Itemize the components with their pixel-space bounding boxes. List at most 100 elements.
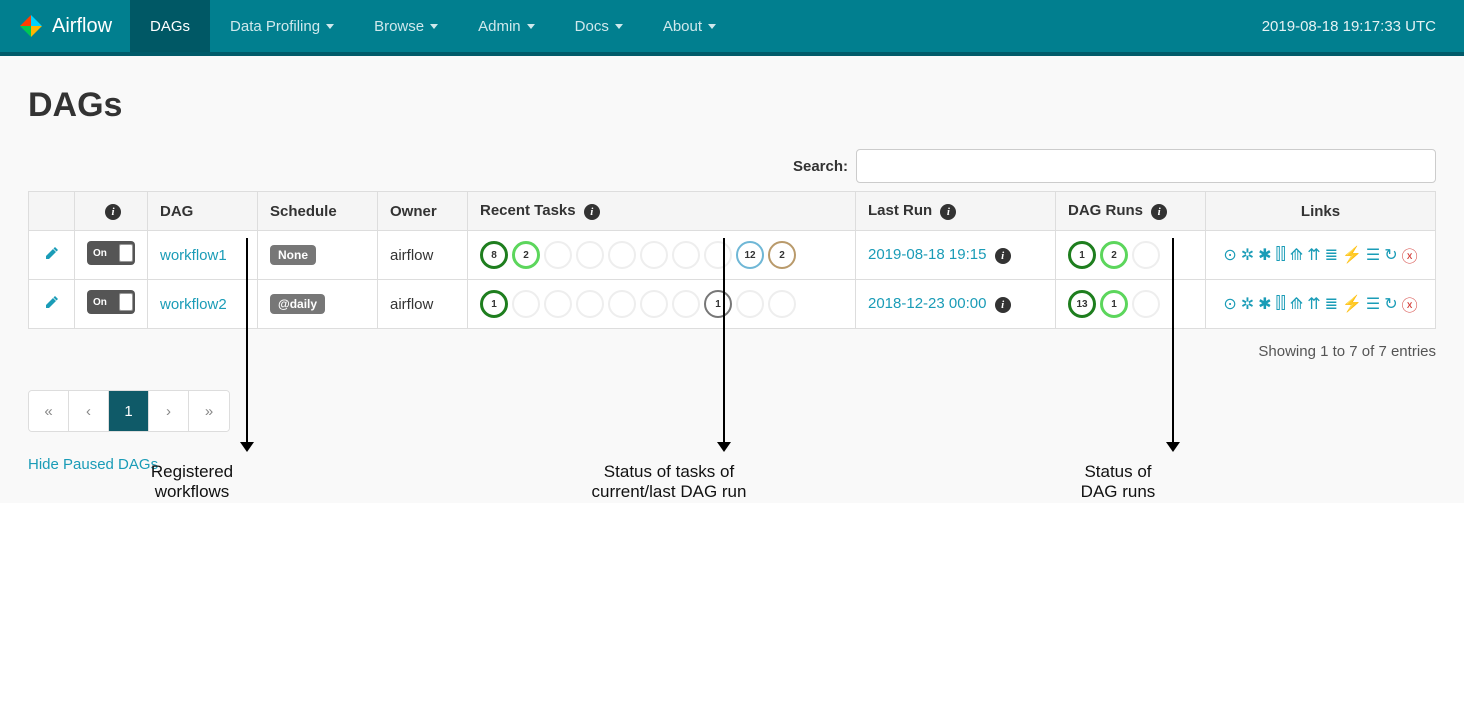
search-input[interactable] <box>856 149 1436 183</box>
annotation-arrow-1: Registered workflows <box>192 238 302 502</box>
task-status-circle[interactable] <box>544 290 572 318</box>
table-header-row: i DAG Schedule Owner Recent Tasks i Last… <box>29 192 1436 231</box>
dag-toggle[interactable]: On <box>87 241 135 265</box>
task-status-circle[interactable] <box>608 241 636 269</box>
refresh-icon[interactable]: ↻ <box>1384 294 1397 314</box>
col-info: i <box>75 192 148 231</box>
page-prev[interactable]: ‹ <box>69 391 109 431</box>
nav-links: DAGs Data Profiling Browse Admin Docs Ab… <box>130 0 736 52</box>
annotation-arrow-2: Status of tasks of current/last DAG run <box>669 238 779 502</box>
search-row: Search: <box>28 149 1436 183</box>
annotation-caption-3: Status of DAG runs <box>1008 462 1228 502</box>
task-status-circle[interactable]: 8 <box>480 241 508 269</box>
logs-icon[interactable]: ☰ <box>1366 294 1380 314</box>
nav-item-label: Data Profiling <box>230 18 320 35</box>
annotation-arrow-3: Status of DAG runs <box>1118 238 1228 502</box>
col-dag-runs: DAG Runs i <box>1056 192 1206 231</box>
task-status-circle[interactable] <box>640 241 668 269</box>
annotation-overlay: Registered workflows Status of tasks of … <box>0 503 1464 723</box>
page-next[interactable]: › <box>149 391 189 431</box>
col-links: Links <box>1206 192 1436 231</box>
landing-icon[interactable]: ⇈ <box>1307 294 1320 314</box>
col-label: Last Run <box>868 202 932 219</box>
info-icon: i <box>105 204 121 220</box>
logs-icon[interactable]: ☰ <box>1366 245 1380 265</box>
nav-item-browse[interactable]: Browse <box>354 0 458 52</box>
edit-icon[interactable] <box>44 248 60 265</box>
nav-item-admin[interactable]: Admin <box>458 0 555 52</box>
brand[interactable]: Airflow <box>18 13 112 39</box>
nav-item-label: DAGs <box>150 18 190 35</box>
page-number[interactable]: 1 <box>109 391 149 431</box>
dag-run-status-circle[interactable]: 1 <box>1068 241 1096 269</box>
navbar: Airflow DAGs Data Profiling Browse Admin… <box>0 0 1464 56</box>
tree-icon[interactable]: ✲ <box>1241 245 1254 265</box>
row-links: ⊙✲✱⫿⫿⟰⇈≣⚡☰↻ⓧ <box>1218 243 1423 267</box>
code-icon[interactable]: ⚡ <box>1342 245 1362 265</box>
col-label: Recent Tasks <box>480 202 576 219</box>
task-status-circle[interactable] <box>576 290 604 318</box>
recent-tasks-circles: 82122 <box>480 241 843 269</box>
last-run-link[interactable]: 2018-12-23 00:00 <box>868 295 986 312</box>
page-title: DAGs <box>28 86 1436 125</box>
duration-icon[interactable]: ⫿⫿ <box>1276 246 1286 264</box>
delete-icon[interactable]: ⓧ <box>1402 243 1418 267</box>
col-label: DAG Runs <box>1068 202 1143 219</box>
col-schedule[interactable]: Schedule <box>258 192 378 231</box>
tries-icon[interactable]: ⟰ <box>1290 294 1303 314</box>
code-icon[interactable]: ⚡ <box>1342 294 1362 314</box>
nav-item-label: Browse <box>374 18 424 35</box>
page-first[interactable]: « <box>29 391 69 431</box>
owner-cell: airflow <box>378 231 468 280</box>
nav-item-label: About <box>663 18 702 35</box>
refresh-icon[interactable]: ↻ <box>1384 245 1397 265</box>
chevron-down-icon <box>615 24 623 29</box>
task-status-circle[interactable] <box>576 241 604 269</box>
nav-item-about[interactable]: About <box>643 0 736 52</box>
chevron-down-icon <box>708 24 716 29</box>
chevron-down-icon <box>430 24 438 29</box>
nav-item-label: Admin <box>478 18 521 35</box>
nav-item-docs[interactable]: Docs <box>555 0 643 52</box>
col-dag[interactable]: DAG <box>148 192 258 231</box>
row-links: ⊙✲✱⫿⫿⟰⇈≣⚡☰↻ⓧ <box>1218 292 1423 316</box>
col-recent-tasks: Recent Tasks i <box>468 192 856 231</box>
nav-item-label: Docs <box>575 18 609 35</box>
last-run-link[interactable]: 2019-08-18 19:15 <box>868 246 986 263</box>
server-time: 2019-08-18 19:17:33 UTC <box>1262 18 1446 35</box>
info-icon[interactable]: i <box>995 297 1011 313</box>
chevron-down-icon <box>527 24 535 29</box>
nav-item-data-profiling[interactable]: Data Profiling <box>210 0 354 52</box>
info-icon[interactable]: i <box>995 248 1011 264</box>
task-status-circle[interactable]: 1 <box>480 290 508 318</box>
gantt-icon[interactable]: ≣ <box>1325 294 1338 314</box>
airflow-logo-icon <box>18 13 44 39</box>
gantt-icon[interactable]: ≣ <box>1325 245 1338 265</box>
task-status-circle[interactable] <box>544 241 572 269</box>
graph-icon[interactable]: ✱ <box>1258 245 1271 265</box>
tries-icon[interactable]: ⟰ <box>1290 245 1303 265</box>
task-status-circle[interactable] <box>512 290 540 318</box>
chevron-down-icon <box>326 24 334 29</box>
info-icon: i <box>1151 204 1167 220</box>
col-owner[interactable]: Owner <box>378 192 468 231</box>
task-status-circle[interactable] <box>608 290 636 318</box>
dag-run-status-circle[interactable]: 13 <box>1068 290 1096 318</box>
col-last-run: Last Run i <box>856 192 1056 231</box>
nav-item-dags[interactable]: DAGs <box>130 0 210 52</box>
delete-icon[interactable]: ⓧ <box>1402 292 1418 316</box>
info-icon: i <box>940 204 956 220</box>
annotation-caption-1: Registered workflows <box>82 462 302 502</box>
tree-icon[interactable]: ✲ <box>1241 294 1254 314</box>
graph-icon[interactable]: ✱ <box>1258 294 1271 314</box>
search-label: Search: <box>793 158 848 175</box>
info-icon: i <box>584 204 600 220</box>
duration-icon[interactable]: ⫿⫿ <box>1276 295 1286 313</box>
col-edit <box>29 192 75 231</box>
dag-toggle[interactable]: On <box>87 290 135 314</box>
annotation-caption-2: Status of tasks of current/last DAG run <box>559 462 779 502</box>
edit-icon[interactable] <box>44 297 60 314</box>
landing-icon[interactable]: ⇈ <box>1307 245 1320 265</box>
task-status-circle[interactable]: 2 <box>512 241 540 269</box>
task-status-circle[interactable] <box>640 290 668 318</box>
